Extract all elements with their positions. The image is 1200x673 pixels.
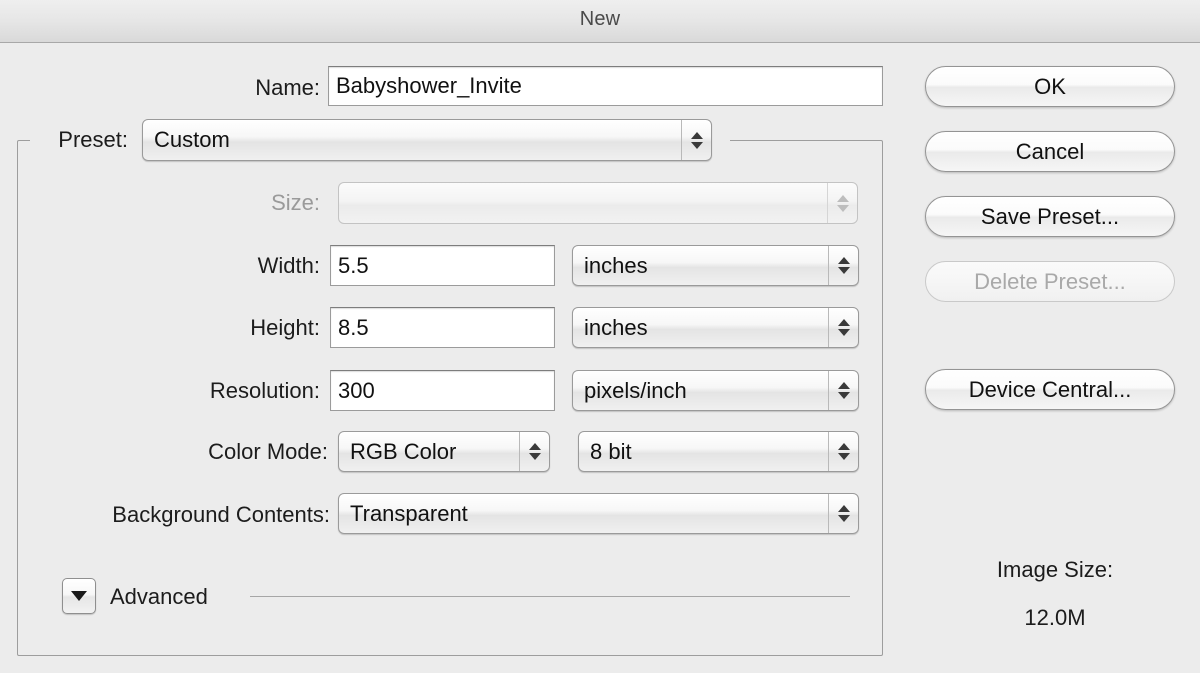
resolution-input[interactable]: 300	[330, 370, 555, 411]
resolution-unit-dropdown[interactable]: pixels/inch	[572, 370, 859, 411]
background-contents-dropdown[interactable]: Transparent	[338, 493, 859, 534]
name-input[interactable]: Babyshower_Invite	[328, 66, 883, 106]
color-mode-value: RGB Color	[350, 438, 457, 464]
chevron-down-icon	[690, 141, 703, 149]
height-unit-value: inches	[584, 314, 648, 340]
chevron-down-icon	[837, 515, 850, 522]
chevron-up-icon	[528, 443, 541, 450]
cancel-button[interactable]: Cancel	[925, 131, 1175, 172]
color-mode-dropdown[interactable]: RGB Color	[338, 431, 550, 472]
dialog-title: New	[579, 8, 621, 30]
resolution-label: Resolution:	[209, 378, 320, 403]
resolution-unit-value: pixels/inch	[584, 377, 687, 403]
preset-label: Preset:	[58, 127, 128, 152]
preset-dropdown[interactable]: Custom	[142, 119, 712, 161]
chevron-up-icon	[837, 505, 850, 512]
chevron-down-icon	[837, 392, 850, 399]
name-label: Name:	[255, 75, 320, 100]
chevron-up-icon	[837, 443, 850, 450]
image-size-value: 12.0M	[1024, 605, 1086, 630]
new-document-dialog: New Name: Babyshower_Invite Preset: Cust…	[0, 0, 1200, 673]
width-unit-stepper-icon[interactable]	[828, 246, 858, 285]
chevron-up-icon	[836, 194, 849, 202]
chevron-down-icon	[837, 453, 850, 460]
preset-value: Custom	[154, 127, 230, 152]
bit-depth-value: 8 bit	[590, 438, 632, 464]
save-preset-button[interactable]: Save Preset...	[925, 196, 1175, 237]
chevron-up-icon	[837, 257, 850, 264]
height-label: Height:	[250, 315, 320, 340]
device-central-button[interactable]: Device Central...	[925, 369, 1175, 410]
chevron-up-icon	[690, 131, 703, 139]
size-label: Size:	[271, 190, 320, 215]
width-input[interactable]: 5.5	[330, 245, 555, 286]
resolution-unit-stepper-icon[interactable]	[828, 371, 858, 410]
advanced-disclosure-button[interactable]	[62, 578, 96, 614]
bit-depth-dropdown[interactable]: 8 bit	[578, 431, 859, 472]
background-contents-stepper-icon[interactable]	[828, 494, 858, 533]
height-input[interactable]: 8.5	[330, 307, 555, 348]
chevron-up-icon	[837, 319, 850, 326]
disclosure-triangle-down-icon	[71, 591, 87, 601]
delete-preset-button: Delete Preset...	[925, 261, 1175, 302]
width-unit-dropdown[interactable]: inches	[572, 245, 859, 286]
color-mode-stepper-icon[interactable]	[519, 432, 549, 471]
width-label: Width:	[257, 253, 320, 278]
chevron-down-icon	[837, 267, 850, 274]
size-dropdown	[338, 182, 858, 224]
color-mode-label: Color Mode:	[208, 439, 328, 464]
advanced-label: Advanced	[110, 584, 208, 609]
preset-stepper-icon[interactable]	[681, 120, 711, 160]
bit-depth-stepper-icon[interactable]	[828, 432, 858, 471]
size-stepper-icon	[827, 183, 857, 223]
chevron-down-icon	[837, 329, 850, 336]
image-size-label: Image Size:	[996, 557, 1114, 582]
chevron-down-icon	[836, 204, 849, 212]
ok-button[interactable]: OK	[925, 66, 1175, 107]
chevron-up-icon	[837, 382, 850, 389]
background-contents-value: Transparent	[350, 500, 468, 526]
height-unit-dropdown[interactable]: inches	[572, 307, 859, 348]
chevron-down-icon	[528, 453, 541, 460]
advanced-separator	[250, 596, 850, 597]
height-unit-stepper-icon[interactable]	[828, 308, 858, 347]
background-contents-label: Background Contents:	[112, 502, 330, 527]
width-unit-value: inches	[584, 252, 648, 278]
dialog-titlebar: New	[0, 0, 1200, 43]
